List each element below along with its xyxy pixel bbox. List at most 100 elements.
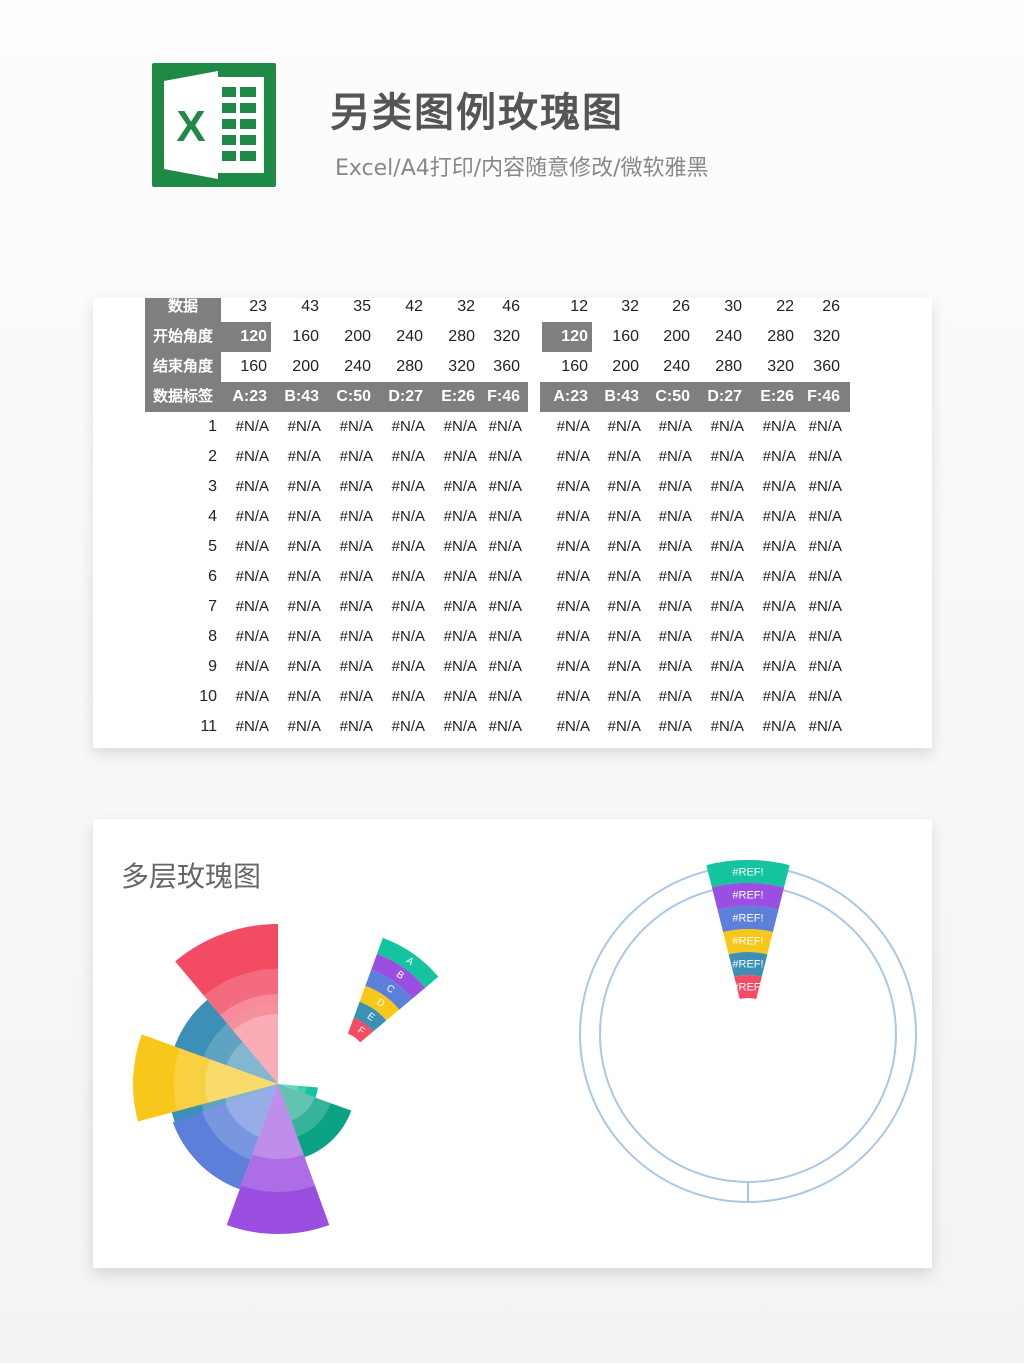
row-index[interactable]: 5 [145, 532, 221, 562]
na-cell[interactable]: #N/A [748, 682, 800, 712]
right-end-cell[interactable]: 200 [593, 352, 643, 382]
row-label[interactable]: 结束角度 [145, 352, 221, 382]
na-cell[interactable]: #N/A [798, 712, 846, 742]
right-data-cell[interactable]: 26 [644, 298, 694, 322]
na-cell[interactable]: #N/A [593, 442, 645, 472]
na-cell[interactable]: #N/A [542, 502, 594, 532]
left-data-cell[interactable]: 35 [325, 298, 375, 322]
na-cell[interactable]: #N/A [377, 472, 429, 502]
na-cell[interactable]: #N/A [696, 442, 748, 472]
left-data-cell[interactable]: 42 [377, 298, 427, 322]
left-end-cell[interactable]: 200 [273, 352, 323, 382]
na-cell[interactable]: #N/A [593, 592, 645, 622]
right-data-cell[interactable]: 32 [593, 298, 643, 322]
na-cell[interactable]: #N/A [221, 712, 273, 742]
na-cell[interactable]: #N/A [325, 622, 377, 652]
na-cell[interactable]: #N/A [273, 532, 325, 562]
na-cell[interactable]: #N/A [798, 652, 846, 682]
na-cell[interactable]: #N/A [325, 592, 377, 622]
na-cell[interactable]: #N/A [644, 622, 696, 652]
left-labels-cell[interactable]: C:50 [325, 382, 375, 412]
na-cell[interactable]: #N/A [748, 532, 800, 562]
na-cell[interactable]: #N/A [478, 592, 526, 622]
na-cell[interactable]: #N/A [273, 652, 325, 682]
na-cell[interactable]: #N/A [478, 562, 526, 592]
left-start-cell[interactable]: 280 [429, 322, 479, 352]
na-cell[interactable]: #N/A [696, 412, 748, 442]
na-cell[interactable]: #N/A [221, 412, 273, 442]
na-cell[interactable]: #N/A [325, 472, 377, 502]
left-end-cell[interactable]: 280 [377, 352, 427, 382]
left-start-cell[interactable]: 120 [221, 322, 271, 352]
right-start-cell[interactable]: 160 [593, 322, 643, 352]
na-cell[interactable]: #N/A [273, 712, 325, 742]
row-label[interactable]: 开始角度 [145, 322, 221, 352]
na-cell[interactable]: #N/A [593, 652, 645, 682]
right-labels-cell[interactable]: A:23 [542, 382, 592, 412]
left-labels-cell[interactable]: D:27 [377, 382, 427, 412]
na-cell[interactable]: #N/A [377, 502, 429, 532]
left-data-cell[interactable]: 23 [221, 298, 271, 322]
na-cell[interactable]: #N/A [325, 652, 377, 682]
na-cell[interactable]: #N/A [798, 442, 846, 472]
na-cell[interactable]: #N/A [696, 622, 748, 652]
right-start-cell[interactable]: 240 [696, 322, 746, 352]
na-cell[interactable]: #N/A [377, 622, 429, 652]
na-cell[interactable]: #N/A [429, 712, 481, 742]
na-cell[interactable]: #N/A [748, 562, 800, 592]
right-end-cell[interactable]: 240 [644, 352, 694, 382]
na-cell[interactable]: #N/A [429, 562, 481, 592]
na-cell[interactable]: #N/A [798, 472, 846, 502]
row-index[interactable]: 9 [145, 652, 221, 682]
na-cell[interactable]: #N/A [429, 472, 481, 502]
left-start-cell[interactable]: 320 [478, 322, 524, 352]
na-cell[interactable]: #N/A [748, 592, 800, 622]
na-cell[interactable]: #N/A [273, 472, 325, 502]
na-cell[interactable]: #N/A [325, 562, 377, 592]
na-cell[interactable]: #N/A [221, 652, 273, 682]
na-cell[interactable]: #N/A [593, 712, 645, 742]
right-start-cell[interactable]: 120 [542, 322, 592, 352]
na-cell[interactable]: #N/A [542, 622, 594, 652]
na-cell[interactable]: #N/A [696, 502, 748, 532]
na-cell[interactable]: #N/A [325, 532, 377, 562]
na-cell[interactable]: #N/A [325, 712, 377, 742]
na-cell[interactable]: #N/A [325, 412, 377, 442]
na-cell[interactable]: #N/A [429, 682, 481, 712]
na-cell[interactable]: #N/A [798, 592, 846, 622]
right-labels-cell[interactable]: F:46 [798, 382, 844, 412]
left-data-cell[interactable]: 43 [273, 298, 323, 322]
na-cell[interactable]: #N/A [429, 532, 481, 562]
row-index[interactable]: 2 [145, 442, 221, 472]
na-cell[interactable]: #N/A [429, 442, 481, 472]
na-cell[interactable]: #N/A [273, 442, 325, 472]
na-cell[interactable]: #N/A [593, 562, 645, 592]
na-cell[interactable]: #N/A [798, 682, 846, 712]
na-cell[interactable]: #N/A [478, 412, 526, 442]
na-cell[interactable]: #N/A [273, 502, 325, 532]
na-cell[interactable]: #N/A [377, 442, 429, 472]
right-data-cell[interactable]: 22 [748, 298, 798, 322]
na-cell[interactable]: #N/A [748, 712, 800, 742]
na-cell[interactable]: #N/A [273, 412, 325, 442]
row-label[interactable]: 数据标签 [145, 382, 221, 412]
na-cell[interactable]: #N/A [644, 592, 696, 622]
na-cell[interactable]: #N/A [325, 442, 377, 472]
right-data-cell[interactable]: 26 [798, 298, 844, 322]
na-cell[interactable]: #N/A [748, 652, 800, 682]
na-cell[interactable]: #N/A [798, 562, 846, 592]
na-cell[interactable]: #N/A [273, 562, 325, 592]
na-cell[interactable]: #N/A [542, 592, 594, 622]
na-cell[interactable]: #N/A [377, 562, 429, 592]
row-index[interactable]: 7 [145, 592, 221, 622]
na-cell[interactable]: #N/A [593, 472, 645, 502]
na-cell[interactable]: #N/A [273, 682, 325, 712]
na-cell[interactable]: #N/A [377, 712, 429, 742]
na-cell[interactable]: #N/A [221, 532, 273, 562]
na-cell[interactable]: #N/A [478, 472, 526, 502]
na-cell[interactable]: #N/A [221, 592, 273, 622]
na-cell[interactable]: #N/A [221, 562, 273, 592]
na-cell[interactable]: #N/A [542, 532, 594, 562]
right-data-cell[interactable]: 30 [696, 298, 746, 322]
na-cell[interactable]: #N/A [696, 472, 748, 502]
